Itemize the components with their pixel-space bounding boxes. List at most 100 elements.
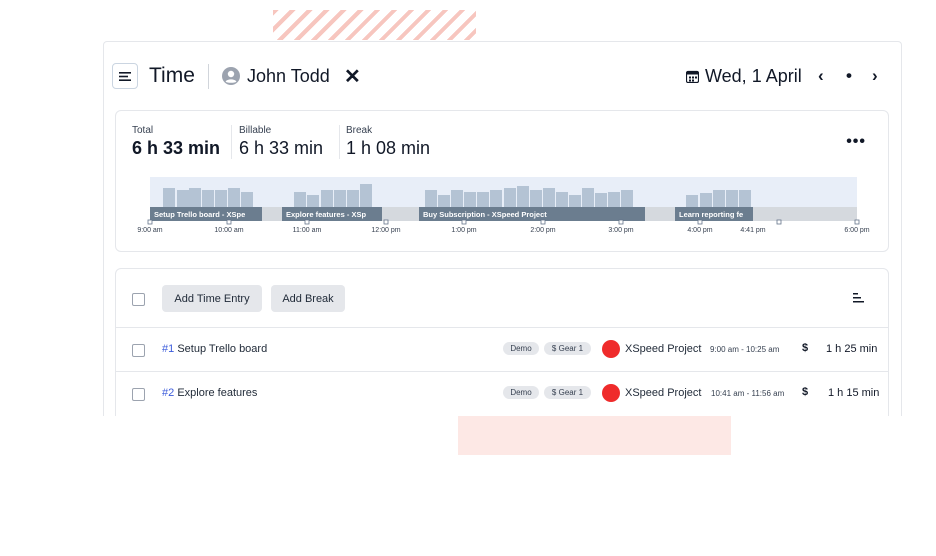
- activity-bar: [713, 190, 725, 207]
- billable-value: 6 h 33 min: [239, 138, 324, 158]
- activity-bar: [189, 188, 201, 207]
- row-checkbox[interactable]: [132, 388, 145, 401]
- activity-bar: [294, 192, 306, 207]
- timeline-tick: [383, 219, 389, 225]
- add-break-button[interactable]: Add Break: [271, 285, 345, 312]
- activity-bar: [425, 190, 437, 207]
- timeline-chart: Setup Trello board - XSpe Explore feature…: [137, 177, 870, 234]
- divider: [208, 64, 209, 89]
- timeline-tick: [540, 219, 546, 225]
- activity-bar: [700, 193, 712, 207]
- billable-label: Billable: [239, 125, 272, 136]
- break-stat: Break 1 h 08 min: [346, 125, 430, 159]
- time-tracker-panel: Time John Todd ✕ Wed, 1 April ‹ • › Tota…: [103, 41, 902, 416]
- divider: [231, 125, 232, 159]
- timeline-tick: [226, 219, 232, 225]
- entry-title[interactable]: #2 Explore features: [162, 387, 257, 399]
- timeline-segment-label: Setup Trello board - XSpe: [154, 210, 245, 219]
- total-label: Total: [132, 125, 154, 136]
- timeline-tick: [304, 219, 310, 225]
- entry-name: Setup Trello board: [177, 343, 268, 355]
- activity-bar: [595, 193, 607, 207]
- add-time-entry-button[interactable]: Add Time Entry: [162, 285, 262, 312]
- sort-icon[interactable]: [853, 293, 864, 303]
- activity-bar: [438, 195, 450, 207]
- entry-duration[interactable]: 1 h 25 min: [826, 343, 877, 355]
- summary-card: Total 6 h 33 min Billable 6 h 33 min Bre…: [115, 110, 889, 252]
- time-range[interactable]: 10:41 am - 11:56 am: [711, 389, 784, 398]
- row-checkbox[interactable]: [132, 344, 145, 357]
- timeline-tick-label: 11:00 am: [293, 227, 322, 234]
- activity-bar: [582, 188, 594, 207]
- timeline-tick: [854, 219, 860, 225]
- activity-bar: [202, 190, 214, 207]
- entry-duration[interactable]: 1 h 15 min: [828, 387, 879, 399]
- timeline-tick-label: 4:00 pm: [687, 227, 712, 234]
- entry-name: Explore features: [177, 387, 258, 399]
- activity-bar: [464, 192, 476, 207]
- timeline-tick-label: 2:00 pm: [530, 227, 555, 234]
- activity-bar: [307, 195, 319, 207]
- chevron-left-icon[interactable]: ‹: [818, 66, 824, 86]
- timeline-segment-label: Learn reporting fe: [679, 210, 743, 219]
- billable-icon[interactable]: $: [802, 386, 808, 398]
- chevron-right-icon[interactable]: ›: [872, 66, 878, 86]
- timeline-tick: [776, 219, 782, 225]
- menu-button[interactable]: [112, 63, 138, 89]
- tag-badge: $ Gear 1: [544, 342, 591, 355]
- project-color-dot: [602, 384, 620, 402]
- activity-bar: [451, 190, 463, 207]
- activity-bar: [490, 190, 502, 207]
- project-name[interactable]: XSpeed Project: [625, 387, 701, 399]
- timeline-tick: [461, 219, 467, 225]
- more-options-icon[interactable]: •••: [846, 133, 866, 151]
- activity-bar: [739, 190, 751, 207]
- activity-bar: [321, 190, 333, 207]
- entry-title[interactable]: #1 Setup Trello board: [162, 343, 267, 355]
- timeline-segment-label: Explore features - XSp: [286, 210, 366, 219]
- decorative-stripes: [273, 10, 476, 40]
- billable-icon[interactable]: $: [802, 342, 808, 354]
- project-color-dot: [602, 340, 620, 358]
- date-label[interactable]: Wed, 1 April: [705, 66, 802, 87]
- activity-bar: [504, 188, 516, 207]
- activity-bar: [556, 192, 568, 207]
- table-row[interactable]: #2 Explore features Demo $ Gear 1 XSpeed…: [116, 371, 888, 416]
- user-name[interactable]: John Todd: [247, 66, 330, 87]
- activity-bar: [543, 188, 555, 207]
- timeline-tick-label: 3:00 pm: [608, 227, 633, 234]
- timeline-tick-label: 6:00 pm: [844, 227, 869, 234]
- billable-stat: Billable 6 h 33 min: [239, 125, 323, 159]
- total-stat: Total 6 h 33 min: [132, 125, 220, 159]
- activity-bar: [360, 184, 372, 207]
- timeline-tick-label: 1:00 pm: [451, 227, 476, 234]
- table-row[interactable]: #1 Setup Trello board Demo $ Gear 1 XSpe…: [116, 327, 888, 372]
- decorative-block: [458, 416, 731, 455]
- header: Time John Todd ✕ Wed, 1 April ‹ • ›: [104, 62, 901, 94]
- select-all-checkbox[interactable]: [132, 293, 145, 306]
- menu-icon: [119, 71, 131, 81]
- entry-number: #1: [162, 343, 175, 355]
- timeline-segment-label: Buy Subscription - XSpeed Project: [423, 210, 547, 219]
- timeline-tick-label: 10:00 am: [214, 227, 243, 234]
- activity-bar: [530, 190, 542, 207]
- time-entries-card: Add Time Entry Add Break #1 Setup Trello…: [115, 268, 889, 416]
- activity-bar: [163, 188, 175, 207]
- timeline-tick-label: 4:41 pm: [740, 227, 765, 234]
- user-icon: [222, 67, 240, 85]
- activity-bar: [569, 195, 581, 207]
- close-icon[interactable]: ✕: [344, 64, 361, 89]
- project-name[interactable]: XSpeed Project: [625, 343, 701, 355]
- total-value: 6 h 33 min: [132, 138, 221, 158]
- break-label: Break: [346, 125, 373, 136]
- time-range[interactable]: 9:00 am - 10:25 am: [710, 345, 779, 354]
- timeline-tick-label: 12:00 pm: [371, 227, 400, 234]
- dot-icon[interactable]: •: [846, 66, 852, 86]
- timeline-tick: [618, 219, 624, 225]
- activity-bar: [686, 195, 698, 207]
- activity-bar: [347, 190, 359, 207]
- activity-bar: [477, 192, 489, 207]
- activity-bar: [215, 190, 227, 207]
- activity-bar: [517, 186, 529, 207]
- activity-bar: [334, 190, 346, 207]
